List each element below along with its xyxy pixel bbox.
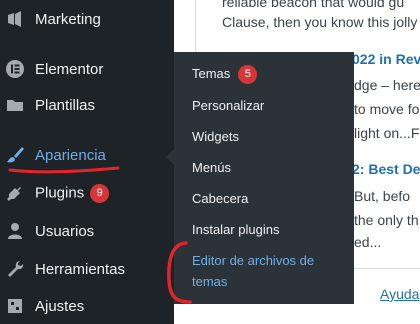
sidebar-item-label: Usuarios xyxy=(35,222,95,240)
sidebar-item-label: Apariencia xyxy=(35,146,106,164)
user-icon xyxy=(4,220,26,242)
sidebar-item-label: Plantillas xyxy=(35,96,96,114)
sidebar-item-label: Plugins 9 xyxy=(35,183,110,203)
submenu-item-label-line1: Editor de archivos de xyxy=(192,253,315,268)
admin-sidebar: Marketing Elementor Plantillas Aparienci… xyxy=(0,0,174,324)
post-excerpt-line: light on...F xyxy=(354,125,420,141)
sidebar-item-usuarios[interactable]: Usuarios xyxy=(0,213,174,249)
submenu-item-label: Temas xyxy=(192,66,231,81)
submenu-item-temas[interactable]: Temas 5 xyxy=(174,64,354,86)
plugin-icon xyxy=(4,182,26,204)
submenu-item-cabecera[interactable]: Cabecera xyxy=(174,189,354,211)
post-title-link[interactable]: 2: Best Dea xyxy=(352,161,420,177)
themes-update-badge: 5 xyxy=(238,65,258,85)
post-excerpt-line: to move fo xyxy=(354,101,420,117)
sidebar-item-ajustes[interactable]: Ajustes xyxy=(0,288,174,324)
post-excerpt-line: the only th xyxy=(354,212,419,228)
paintbrush-icon xyxy=(4,144,26,166)
apariencia-submenu: Temas 5 Personalizar Widgets Menús Cabece… xyxy=(166,52,354,304)
sidebar-item-plantillas[interactable]: Plantillas xyxy=(0,87,174,123)
marketing-icon xyxy=(4,8,26,30)
submenu-item-label-line2: temas xyxy=(192,274,228,289)
submenu-item-label: Menús xyxy=(192,160,232,175)
help-link[interactable]: Ayuda xyxy=(380,286,419,302)
submenu-item-editor-archivos-temas[interactable]: Editor de archivos de temas xyxy=(174,251,354,295)
post-excerpt-line: ed... xyxy=(354,234,382,250)
sidebar-item-label: Herramientas xyxy=(35,260,126,278)
sidebar-item-marketing[interactable]: Marketing xyxy=(0,1,174,37)
post-excerpt-line: reliable beacon that would gu xyxy=(222,0,405,10)
folder-icon xyxy=(4,94,26,116)
sidebar-item-elementor[interactable]: Elementor xyxy=(0,51,174,87)
wrench-icon xyxy=(4,258,26,280)
post-excerpt-line: But, befo xyxy=(354,188,411,204)
submenu-item-label: Instalar plugins xyxy=(192,222,280,237)
post-excerpt-line: dge – here xyxy=(354,77,420,93)
update-count-badge: 9 xyxy=(90,183,110,203)
submenu-item-widgets[interactable]: Widgets xyxy=(174,127,354,149)
post-title-link[interactable]: 022 in Revi xyxy=(352,51,420,67)
sidebar-item-label: Marketing xyxy=(35,10,101,28)
settings-icon xyxy=(4,295,26,317)
submenu-item-label: Widgets xyxy=(192,129,239,144)
post-excerpt-line: Clause, then you know this jolly xyxy=(222,14,418,30)
submenu-item-label: Cabecera xyxy=(192,191,249,206)
sidebar-item-label: Elementor xyxy=(35,60,104,78)
submenu-item-instalar-plugins[interactable]: Instalar plugins xyxy=(174,220,354,242)
sidebar-item-plugins[interactable]: Plugins 9 xyxy=(0,175,174,211)
sidebar-item-apariencia[interactable]: Apariencia xyxy=(0,137,174,173)
submenu-item-label: Personalizar xyxy=(192,98,265,113)
submenu-item-menus[interactable]: Menús xyxy=(174,158,354,180)
submenu-item-personalizar[interactable]: Personalizar xyxy=(174,96,354,118)
sidebar-item-label: Ajustes xyxy=(35,297,85,315)
elementor-icon xyxy=(4,58,26,80)
sidebar-item-herramientas[interactable]: Herramientas xyxy=(0,251,174,287)
